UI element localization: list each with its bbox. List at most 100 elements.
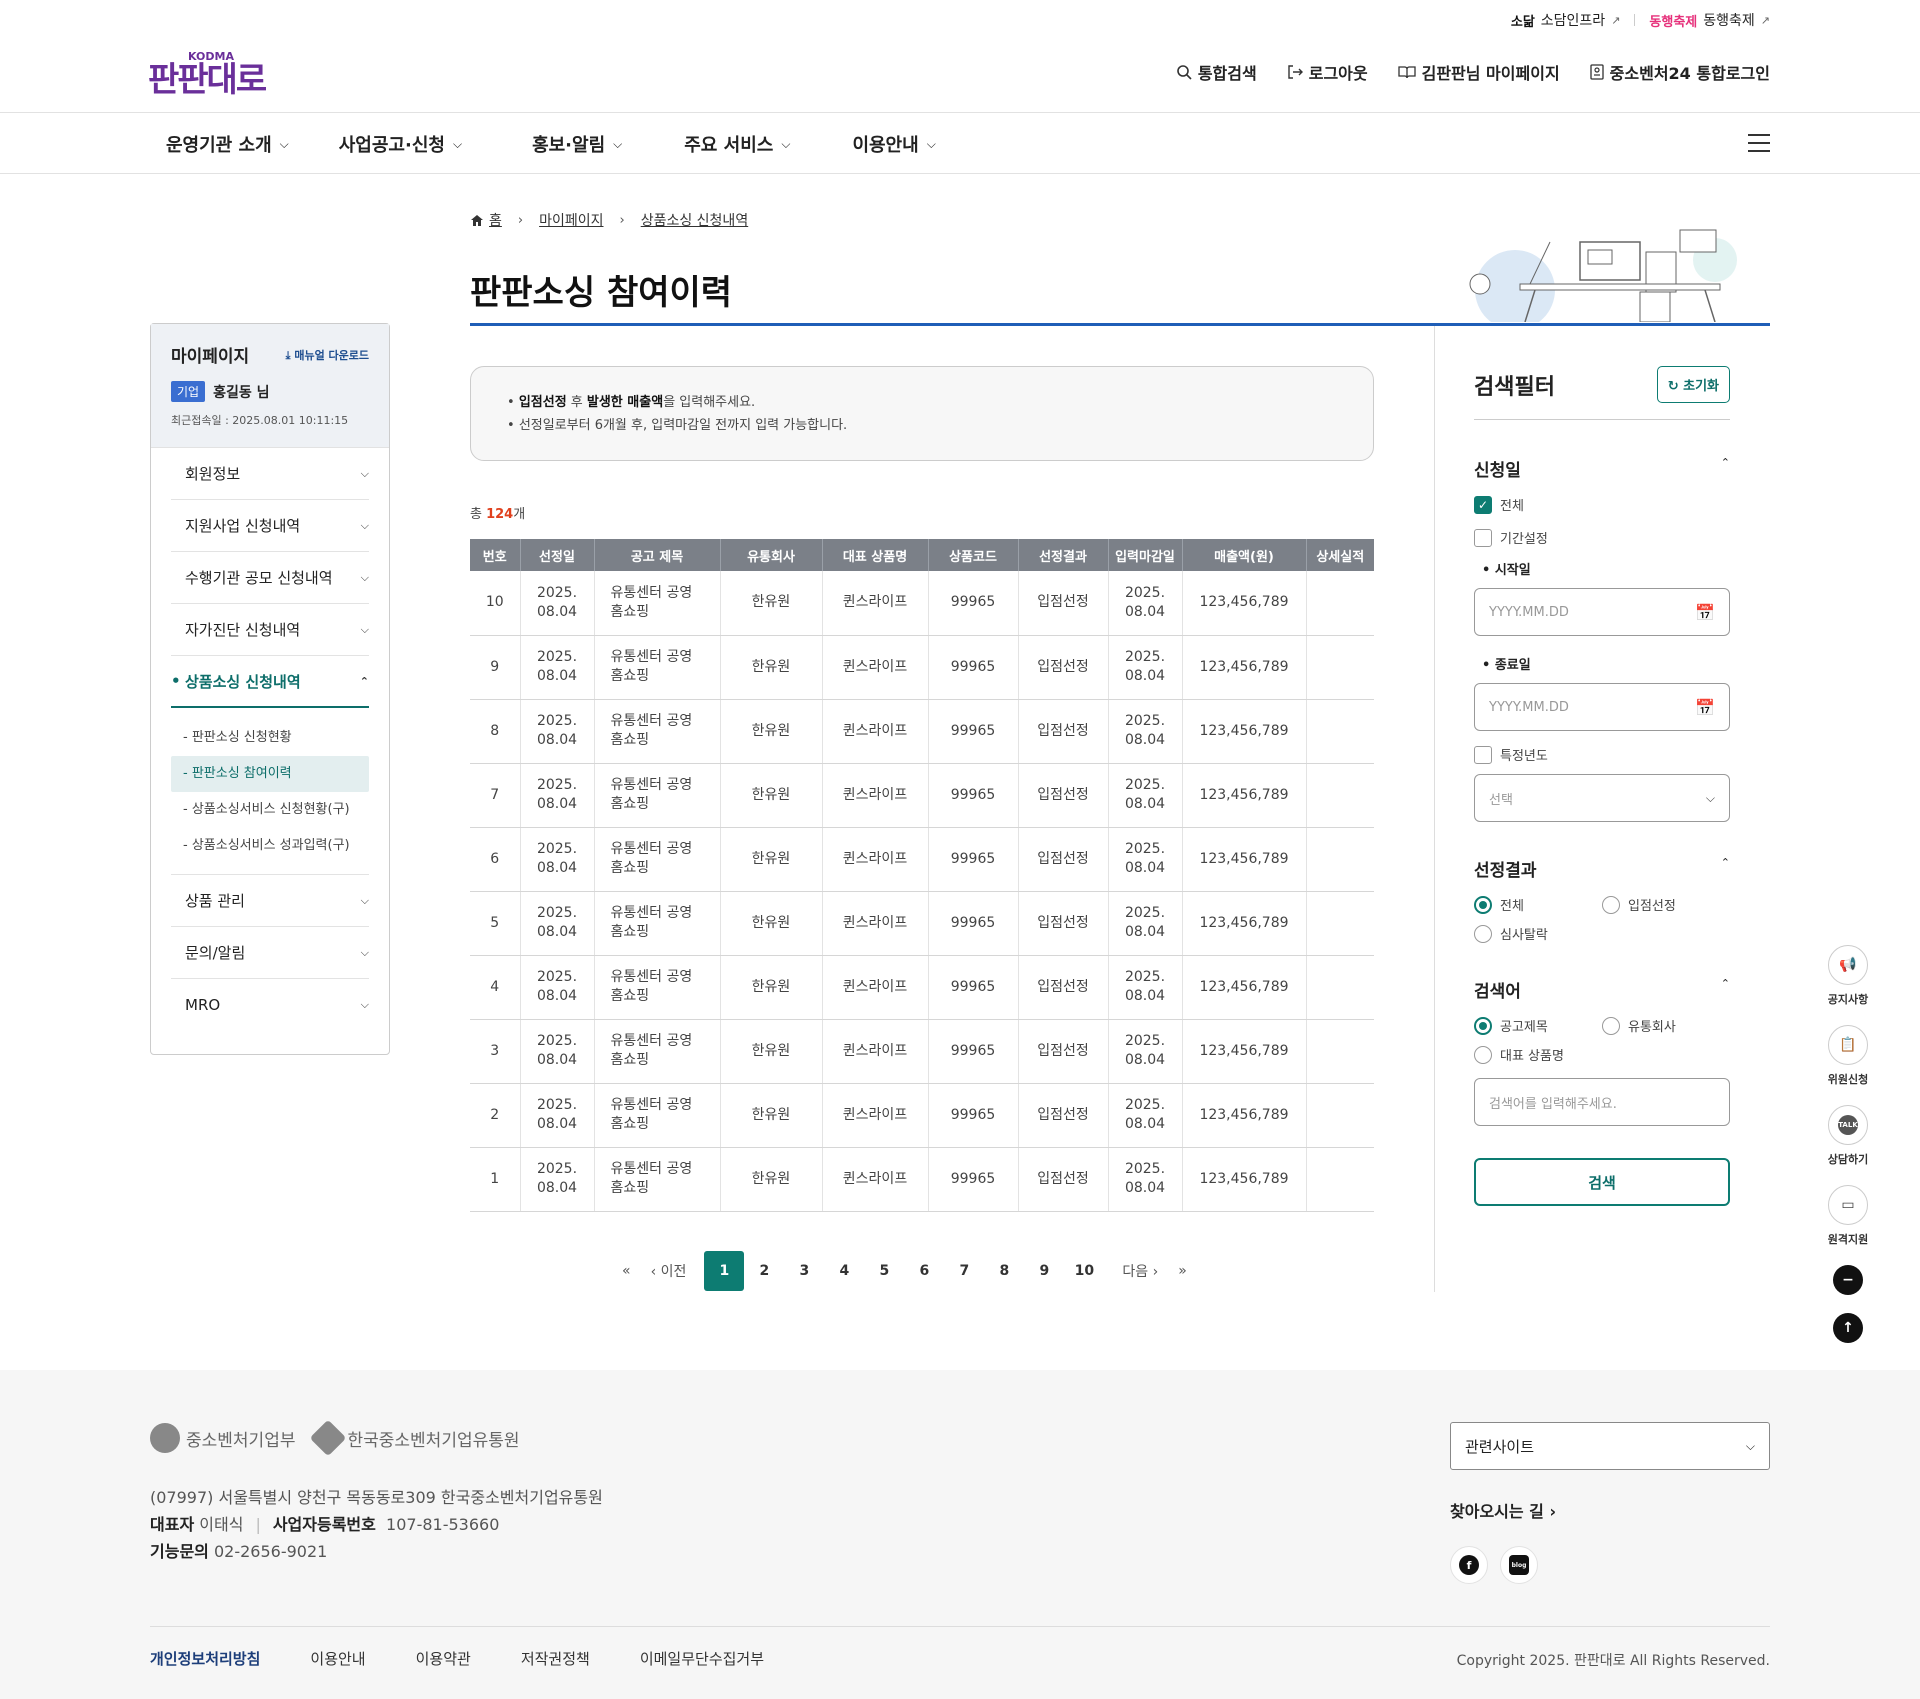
keyword-company-radio[interactable]: 유통회사 (1602, 1016, 1730, 1035)
related-sites-select[interactable]: 관련사이트 ⌵ (1450, 1422, 1770, 1470)
email-refuse-link[interactable]: 이메일무단수집거부 (640, 1648, 764, 1669)
sidebar-subitem-sourcing-history[interactable]: - 판판소싱 참여이력 (171, 756, 369, 792)
table-row[interactable]: 7 2025. 08.04 유통센터 공영 홈쇼핑 한유원 퀸스라이프 99965 입점선정 20… (470, 763, 1374, 828)
table-row[interactable]: 2 2025. 08.04 유통센터 공영 홈쇼핑 한유원 퀸스라이프 99965 입점선정 20… (470, 1083, 1374, 1148)
page-number-button[interactable]: 10 (1064, 1251, 1104, 1291)
table-row[interactable]: 8 2025. 08.04 유통센터 공영 홈쇼핑 한유원 퀸스라이프 99965 입점선정 20… (470, 699, 1374, 764)
start-date-input[interactable]: YYYY.MM.DD 📅 (1474, 588, 1730, 636)
result-rejected-radio[interactable]: 심사탈락 (1474, 924, 1602, 943)
page-number-button[interactable]: 6 (904, 1251, 944, 1291)
table-row[interactable]: 5 2025. 08.04 유통센터 공영 홈쇼핑 한유원 퀸스라이프 99965 입점선정 20… (470, 891, 1374, 956)
page-number-button[interactable]: 7 (944, 1251, 984, 1291)
integrated-search-link[interactable]: 통합검색 (1176, 60, 1257, 84)
date-period-checkbox[interactable]: 기간설정 (1474, 528, 1730, 547)
end-date-input[interactable]: YYYY.MM.DD 📅 (1474, 683, 1730, 731)
mypage-link[interactable]: 김판판님 마이페이지 (1397, 60, 1560, 84)
reset-button[interactable]: ↻ 초기화 (1656, 366, 1730, 403)
chevron-down-icon: ⌵ (360, 945, 369, 959)
quick-remote[interactable]: ▭ 원격지원 (1828, 1185, 1868, 1247)
privacy-link[interactable]: 개인정보처리방침 (150, 1648, 260, 1669)
breadcrumb-home[interactable]: 홈 (470, 210, 502, 230)
sidebar-item-sourcing[interactable]: 상품소싱 신청내역 ⌃ (171, 656, 369, 708)
search-button[interactable]: 검색 (1474, 1158, 1730, 1206)
sidebar-item-products[interactable]: 상품 관리 ⌵ (171, 875, 369, 927)
result-selected-radio[interactable]: 입점선정 (1602, 895, 1730, 914)
last-page-button[interactable]: » (1168, 1251, 1197, 1291)
year-checkbox[interactable]: 특정년도 (1474, 745, 1730, 764)
nav-guide[interactable]: 이용안내 ⌵ (852, 131, 935, 157)
result-all-radio[interactable]: 전체 (1474, 895, 1602, 914)
quick-notice[interactable]: 📢 공지사항 (1828, 945, 1868, 1007)
page-number-button[interactable]: 3 (784, 1251, 824, 1291)
integrated-login-link[interactable]: 중소벤처24 통합로그인 (1590, 60, 1770, 84)
refresh-icon: ↻ (1667, 379, 1684, 394)
sidebar-item-self-diagnosis[interactable]: 자가진단 신청내역 ⌵ (171, 604, 369, 656)
chevron-down-icon: ⌵ (360, 893, 369, 907)
table-cell: 입점선정 (1018, 891, 1109, 956)
quick-committee[interactable]: 📋 위원신청 (1828, 1025, 1868, 1087)
quick-consult[interactable]: TALK 상담하기 (1828, 1105, 1868, 1167)
breadcrumb-mypage[interactable]: 마이페이지 (539, 210, 603, 230)
page-number-button[interactable]: 2 (744, 1251, 784, 1291)
terms-link[interactable]: 이용약관 (416, 1648, 471, 1669)
table-cell: 123,456,789 (1182, 955, 1307, 1020)
nav-services[interactable]: 주요 서비스 ⌵ (684, 131, 790, 157)
table-row[interactable]: 3 2025. 08.04 유통센터 공영 홈쇼핑 한유원 퀸스라이프 99965 입점선정 20… (470, 1019, 1374, 1084)
sidebar-item-agency[interactable]: 수행기관 공모 신청내역 ⌵ (171, 552, 369, 604)
calendar-icon[interactable]: 📅 (1695, 698, 1715, 717)
table-cell: 99965 (928, 1083, 1019, 1148)
scroll-top-button[interactable]: ↑ (1833, 1313, 1863, 1343)
calendar-icon[interactable]: 📅 (1695, 603, 1715, 622)
hamburger-menu-icon[interactable] (1748, 134, 1770, 152)
sodam-link[interactable]: 소닮 소담인프라 ↗ (1511, 10, 1621, 30)
table-cell: 99965 (928, 763, 1019, 828)
table-row[interactable]: 1 2025. 08.04 유통센터 공영 홈쇼핑 한유원 퀸스라이프 99965 입점선정 20… (470, 1147, 1374, 1212)
logout-link[interactable]: 로그아웃 (1287, 60, 1368, 84)
blog-icon[interactable]: blog (1500, 1546, 1538, 1584)
chevron-up-icon[interactable]: ⌃ (1721, 456, 1730, 481)
page-number-button[interactable]: 9 (1024, 1251, 1064, 1291)
sidebar-subitem-old-status[interactable]: - 상품소싱서비스 신청현황(구) (171, 792, 369, 828)
directions-link[interactable]: 찾아오시는 길 › (1450, 1498, 1556, 1522)
sidebar-item-support[interactable]: 지원사업 신청내역 ⌵ (171, 500, 369, 552)
site-logo[interactable]: KODMA 판판대로 (148, 50, 267, 97)
table-cell: 입점선정 (1018, 763, 1109, 828)
nav-about[interactable]: 운영기관 소개 ⌵ (166, 131, 289, 157)
festival-link[interactable]: 동행축제 동행축제 ↗ (1649, 10, 1770, 30)
copyright-policy-link[interactable]: 저작권정책 (521, 1648, 590, 1669)
year-select[interactable]: 선택 ⌵ (1474, 774, 1730, 822)
nav-news[interactable]: 홍보·알림 ⌵ (532, 131, 622, 157)
table-row[interactable]: 10 2025. 08.04 유통센터 공영 홈쇼핑 한유원 퀸스라이프 99965 입점선정 2… (470, 571, 1374, 636)
table-cell: 2025. 08.04 (520, 635, 595, 700)
end-date-label: • 종료일 (1482, 658, 1531, 673)
guide-link[interactable]: 이용안내 (310, 1648, 365, 1669)
keyword-title-radio[interactable]: 공고제목 (1474, 1016, 1602, 1035)
sidebar-item-mro[interactable]: MRO ⌵ (171, 979, 369, 1031)
page-number-button[interactable]: 1 (704, 1251, 745, 1291)
page-number-button[interactable]: 4 (824, 1251, 864, 1291)
nav-business[interactable]: 사업공고·신청 ⌵ (339, 131, 462, 157)
keyword-product-radio[interactable]: 대표 상품명 (1474, 1045, 1602, 1064)
chevron-up-icon[interactable]: ⌃ (1721, 977, 1730, 1002)
page-number-button[interactable]: 5 (864, 1251, 904, 1291)
next-page-button[interactable]: 다음 › (1112, 1251, 1168, 1291)
manual-download-link[interactable]: ⤓ 매뉴얼 다운로드 (286, 347, 369, 363)
chevron-down-icon: ⌵ (360, 622, 369, 636)
prev-page-button[interactable]: ‹ 이전 (641, 1251, 697, 1291)
date-all-checkbox[interactable]: ✓ 전체 (1474, 495, 1730, 514)
table-row[interactable]: 6 2025. 08.04 유통센터 공영 홈쇼핑 한유원 퀸스라이프 99965 입점선정 20… (470, 827, 1374, 892)
table-row[interactable]: 9 2025. 08.04 유통센터 공영 홈쇼핑 한유원 퀸스라이프 99965 입점선정 20… (470, 635, 1374, 700)
sidebar-subitem-old-result[interactable]: - 상품소싱서비스 성과입력(구) (171, 828, 369, 864)
page-number-button[interactable]: 8 (984, 1251, 1024, 1291)
keyword-input[interactable]: 검색어를 입력해주세요. (1474, 1078, 1730, 1126)
table-row[interactable]: 4 2025. 08.04 유통센터 공영 홈쇼핑 한유원 퀸스라이프 99965 입점선정 20… (470, 955, 1374, 1020)
sidebar-item-inquiry[interactable]: 문의/알림 ⌵ (171, 927, 369, 979)
chevron-up-icon[interactable]: ⌃ (1721, 856, 1730, 881)
sidebar-item-member-info[interactable]: 회원정보 ⌵ (171, 448, 369, 500)
first-page-button[interactable]: « (612, 1251, 641, 1291)
filter-section-title: 신청일 (1474, 461, 1521, 481)
breadcrumb-sourcing[interactable]: 상품소싱 신청내역 (641, 210, 749, 230)
collapse-button[interactable]: − (1833, 1265, 1863, 1295)
sidebar-subitem-sourcing-status[interactable]: - 판판소싱 신청현황 (171, 720, 369, 756)
facebook-icon[interactable]: f (1450, 1546, 1488, 1584)
